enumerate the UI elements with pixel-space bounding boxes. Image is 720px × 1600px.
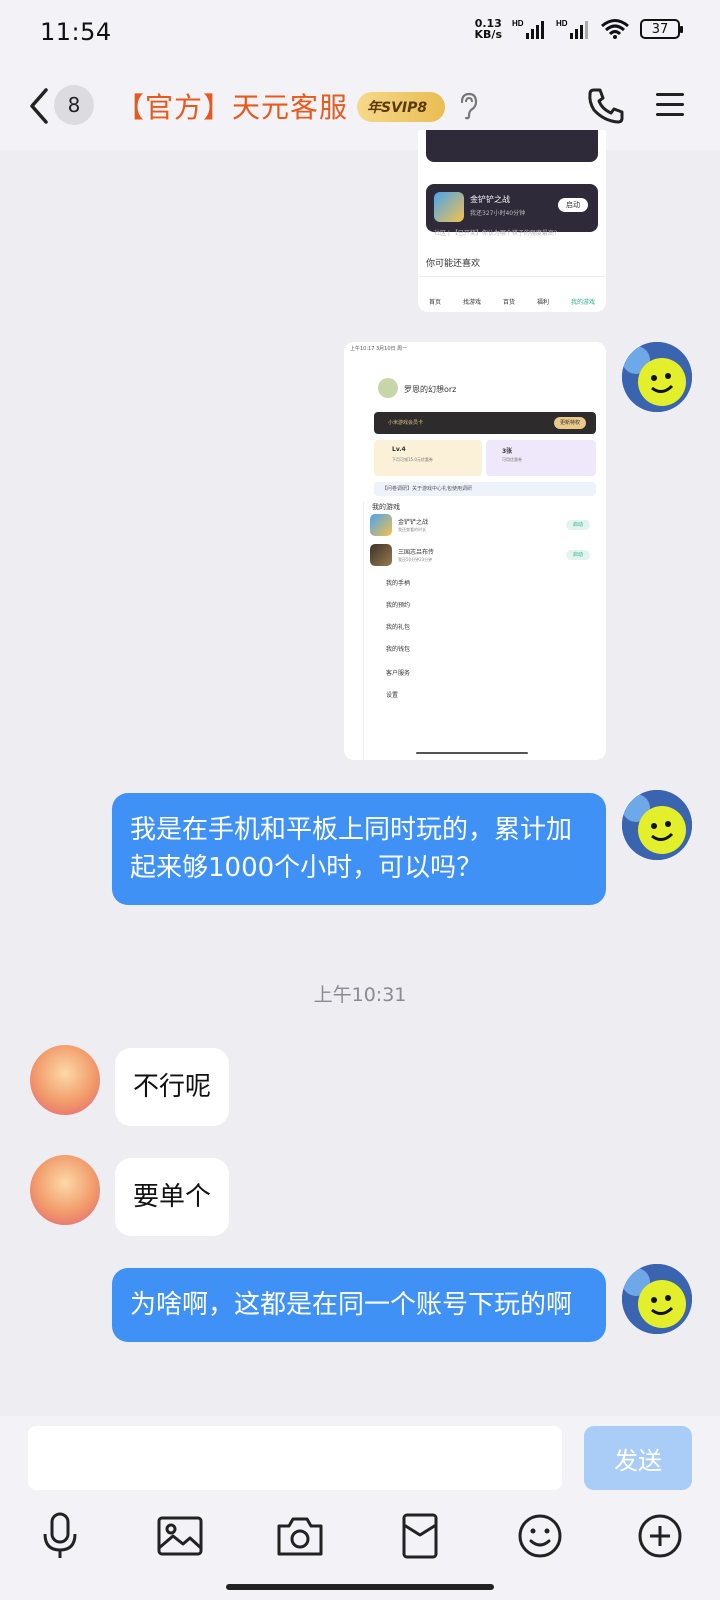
message-bubble-received[interactable]: 不行呢	[115, 1048, 230, 1126]
menu-icon[interactable]	[654, 90, 686, 120]
agent-avatar[interactable]	[30, 1045, 100, 1115]
smiley-avatar-icon	[622, 1264, 692, 1334]
tab-store: 百货	[502, 299, 515, 306]
smiley-avatar-icon	[622, 790, 692, 860]
svg-text:HD: HD	[512, 19, 524, 28]
smiley-avatar-icon	[622, 342, 692, 412]
menu-wallet: 我的钱包	[386, 646, 411, 653]
send-button[interactable]: 发送	[584, 1426, 692, 1490]
menu-customer-service: 客户服务	[386, 670, 411, 677]
game-card: 金铲铲之战 我还327小时40分钟 启动 社区 | 【已开奖】你认为哪个棋子的强…	[426, 184, 598, 237]
screenshot-message-1[interactable]: 金铲铲之战 我还327小时40分钟 启动 社区 | 【已开奖】你认为哪个棋子的强…	[418, 130, 606, 312]
survey-banner: 【问卷调研】关于游戏中心礼包使用调研	[374, 482, 596, 496]
screenshot-message-2[interactable]: 上午10:17 3月10日 周一 罗恩的幻想orz 小米游戏会员卡 更新特权 L…	[344, 342, 606, 760]
plus-icon[interactable]	[634, 1510, 686, 1562]
tab-find: 找游戏	[462, 299, 481, 306]
unread-count-badge[interactable]: 8	[54, 85, 94, 125]
wifi-icon	[601, 19, 629, 39]
tablet-home-bar	[416, 752, 528, 754]
vip-badge[interactable]: 年SVIP8	[357, 92, 445, 122]
menu-reservations: 我的预约	[386, 602, 411, 609]
microphone-icon[interactable]	[34, 1510, 86, 1562]
menu-gamepad: 我的手柄	[386, 580, 411, 587]
menu-gifts: 我的礼包	[386, 624, 411, 631]
game-row-2: 三国志吕布传 我还50分钟23分钟 启动	[370, 544, 598, 570]
message-bubble-sent[interactable]: 我是在手机和平板上同时玩的，累计加起来够1000个小时，可以吗？	[112, 793, 606, 905]
message-input[interactable]	[28, 1426, 562, 1490]
camera-icon[interactable]	[274, 1510, 326, 1562]
my-avatar[interactable]	[622, 1264, 692, 1334]
game-start-button: 启动	[558, 198, 588, 212]
emoji-icon[interactable]	[514, 1510, 566, 1562]
signal-icon: HD	[512, 19, 544, 39]
signal-icon-2: HD	[556, 19, 588, 39]
my-avatar[interactable]	[622, 790, 692, 860]
tab-welfare: 福利	[536, 299, 549, 306]
status-icons: 0.13 KB/s HD HD 37	[474, 17, 683, 41]
home-indicator	[226, 1584, 494, 1590]
game-card-top	[426, 130, 598, 162]
svg-text:HD: HD	[556, 19, 568, 28]
my-games-heading: 我的游戏	[372, 503, 400, 511]
status-time: 11:54	[40, 18, 112, 46]
tab-my-games: 我的游戏	[570, 299, 595, 306]
back-arrow-icon[interactable]	[26, 86, 52, 126]
game-row-1: 金铲铲之战 我还查看的时长 启动	[370, 514, 598, 540]
network-speed: 0.13 KB/s	[474, 17, 502, 41]
username: 罗恩的幻想orz	[404, 385, 457, 394]
my-avatar[interactable]	[622, 342, 692, 412]
message-timestamp: 上午10:31	[313, 984, 407, 1006]
coupon-card: 3张 可用优惠券	[486, 440, 596, 476]
tablet-sidebar	[344, 502, 364, 760]
agent-avatar[interactable]	[30, 1155, 100, 1225]
chat-title[interactable]: 【官方】天元客服	[116, 86, 348, 126]
ear-icon[interactable]	[458, 92, 480, 120]
image-icon[interactable]	[154, 1510, 206, 1562]
user-avatar	[378, 378, 398, 398]
vip-card: 小米游戏会员卡 更新特权	[374, 412, 596, 434]
message-bubble-received[interactable]: 要单个	[115, 1158, 230, 1236]
recommend-heading: 你可能还喜欢	[426, 259, 481, 269]
game-icon	[434, 192, 464, 222]
phone-icon[interactable]	[586, 86, 626, 126]
menu-settings: 设置	[386, 692, 399, 699]
tab-home: 首页	[428, 299, 441, 306]
battery-icon: 37	[640, 19, 683, 39]
message-bubble-sent[interactable]: 为啥啊，这都是在同一个账号下玩的啊	[112, 1268, 606, 1342]
red-packet-icon[interactable]	[394, 1510, 446, 1562]
level-card: Lv.4 下月可领15.0元优惠券	[374, 440, 482, 476]
